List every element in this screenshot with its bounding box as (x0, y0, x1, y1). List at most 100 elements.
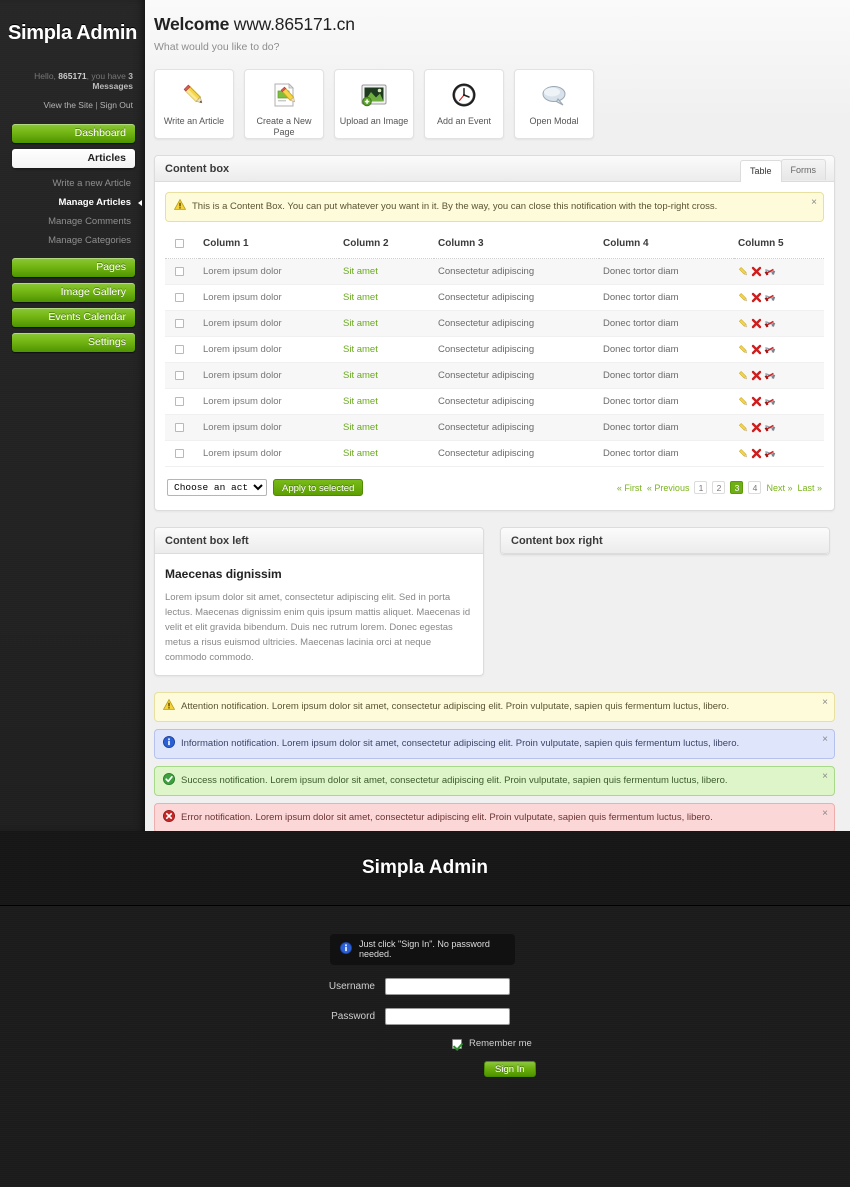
delete-cross-icon (751, 344, 762, 355)
row-delete-button[interactable] (751, 422, 764, 433)
shortcut-open-modal[interactable]: Open Modal (514, 69, 594, 139)
shortcut-upload-an-image[interactable]: Upload an Image (334, 69, 414, 139)
row-checkbox[interactable] (175, 345, 184, 354)
sidebar-item-articles[interactable]: Articles (12, 149, 135, 168)
table-row[interactable]: Lorem ipsum dolorSit ametConsectetur adi… (165, 311, 824, 337)
bulk-action-select[interactable]: Choose an action... (167, 479, 267, 496)
remember-me-checkbox[interactable] (452, 1039, 462, 1049)
cell-column-1: Lorem ipsum dolor (199, 389, 339, 415)
table-row[interactable]: Lorem ipsum dolorSit ametConsectetur adi… (165, 415, 824, 441)
sidebar-item-image-gallery[interactable]: Image Gallery (12, 283, 135, 302)
pagination-next[interactable]: Next » (766, 483, 792, 493)
row-delete-button[interactable] (751, 266, 764, 277)
row-delete-button[interactable] (751, 370, 764, 381)
row-delete-button[interactable] (751, 448, 764, 459)
cell-column-1: Lorem ipsum dolor (199, 415, 339, 441)
row-tools-button[interactable] (764, 266, 778, 277)
notification-text: Information notification. Lorem ipsum do… (181, 738, 739, 749)
row-edit-button[interactable] (738, 292, 751, 303)
row-tools-button[interactable] (764, 318, 778, 329)
close-icon[interactable]: × (822, 696, 828, 710)
sidebar-item-dashboard[interactable]: Dashboard (12, 124, 135, 143)
sidebar-subitem-manage-comments[interactable]: Manage Comments (0, 212, 145, 231)
pagination-page-3[interactable]: 3 (730, 481, 743, 494)
select-all-checkbox[interactable] (175, 239, 184, 248)
row-delete-button[interactable] (751, 396, 764, 407)
row-checkbox[interactable] (175, 267, 184, 276)
table-row[interactable]: Lorem ipsum dolorSit ametConsectetur adi… (165, 285, 824, 311)
row-checkbox[interactable] (175, 319, 184, 328)
cell-column-4: Donec tortor diam (599, 337, 734, 363)
column-header-2[interactable]: Column 2 (339, 230, 434, 259)
row-checkbox[interactable] (175, 371, 184, 380)
cell-column-3: Consectetur adipiscing (434, 337, 599, 363)
row-checkbox[interactable] (175, 423, 184, 432)
close-icon[interactable]: × (822, 770, 828, 784)
row-edit-button[interactable] (738, 370, 751, 381)
greeting-username: 865171 (58, 71, 86, 81)
sidebar-subitem-manage-categories[interactable]: Manage Categories (0, 231, 145, 250)
password-input[interactable] (385, 1008, 510, 1025)
edit-pencil-icon (738, 448, 749, 459)
row-delete-button[interactable] (751, 292, 764, 303)
row-tools-button[interactable] (764, 448, 778, 459)
row-checkbox[interactable] (175, 293, 184, 302)
sidebar-subitem-write-new-article[interactable]: Write a new Article (0, 174, 145, 193)
pagination-page-1[interactable]: 1 (694, 481, 707, 494)
row-delete-button[interactable] (751, 344, 764, 355)
sidebar-item-events-calendar[interactable]: Events Calendar (12, 308, 135, 327)
notification-text: Attention notification. Lorem ipsum dolo… (181, 701, 729, 712)
apply-to-selected-button[interactable]: Apply to selected (273, 479, 363, 496)
table-row[interactable]: Lorem ipsum dolorSit ametConsectetur adi… (165, 363, 824, 389)
sign-out-link[interactable]: Sign Out (100, 100, 133, 110)
shortcut-add-an-event[interactable]: Add an Event (424, 69, 504, 139)
column-header-1[interactable]: Column 1 (199, 230, 339, 259)
row-tools-button[interactable] (764, 396, 778, 407)
image-add-icon (359, 79, 389, 111)
shortcut-write-an-article[interactable]: Write an Article (154, 69, 234, 139)
row-edit-button[interactable] (738, 396, 751, 407)
table-row[interactable]: Lorem ipsum dolorSit ametConsectetur adi… (165, 389, 824, 415)
row-checkbox[interactable] (175, 449, 184, 458)
pagination-first[interactable]: « First (617, 483, 642, 493)
table-row[interactable]: Lorem ipsum dolorSit ametConsectetur adi… (165, 337, 824, 363)
tab-table[interactable]: Table (740, 160, 782, 182)
pagination-last[interactable]: Last » (797, 483, 822, 493)
row-tools-button[interactable] (764, 370, 778, 381)
row-edit-button[interactable] (738, 318, 751, 329)
table-row[interactable]: Lorem ipsum dolorSit ametConsectetur adi… (165, 441, 824, 467)
row-delete-button[interactable] (751, 318, 764, 329)
pagination-page-4[interactable]: 4 (748, 481, 761, 494)
content-box-right: Content box right (500, 527, 830, 555)
cell-column-2: Sit amet (339, 311, 434, 337)
row-tools-button[interactable] (764, 344, 778, 355)
close-icon[interactable]: × (822, 807, 828, 821)
row-tools-button[interactable] (764, 422, 778, 433)
notification-err: Error notification. Lorem ipsum dolor si… (154, 803, 835, 831)
row-tools-button[interactable] (764, 292, 778, 303)
sign-in-button[interactable]: Sign In (484, 1061, 536, 1077)
shortcut-create-a-new-page[interactable]: Create a New Page (244, 69, 324, 139)
table-row[interactable]: Lorem ipsum dolorSit ametConsectetur adi… (165, 259, 824, 285)
pagination-previous[interactable]: « Previous (647, 483, 690, 493)
row-edit-button[interactable] (738, 344, 751, 355)
row-edit-button[interactable] (738, 448, 751, 459)
tab-forms[interactable]: Forms (781, 159, 827, 180)
pagination-page-2[interactable]: 2 (712, 481, 725, 494)
row-edit-button[interactable] (738, 266, 751, 277)
row-edit-button[interactable] (738, 422, 751, 433)
username-input[interactable] (385, 978, 510, 995)
view-site-link[interactable]: View the Site (43, 100, 92, 110)
column-header-5[interactable]: Column 5 (734, 230, 824, 259)
close-icon[interactable]: × (822, 733, 828, 747)
close-icon[interactable]: × (811, 196, 817, 210)
sidebar-subitem-manage-articles[interactable]: Manage Articles (0, 193, 145, 212)
sidebar-item-settings[interactable]: Settings (12, 333, 135, 352)
column-header-3[interactable]: Column 3 (434, 230, 599, 259)
shortcut-tiles: Write an Article (154, 69, 835, 139)
column-header-4[interactable]: Column 4 (599, 230, 734, 259)
sidebar-subitem-label: Manage Articles (58, 197, 131, 208)
sidebar-item-pages[interactable]: Pages (12, 258, 135, 277)
row-checkbox[interactable] (175, 397, 184, 406)
delete-cross-icon (751, 318, 762, 329)
